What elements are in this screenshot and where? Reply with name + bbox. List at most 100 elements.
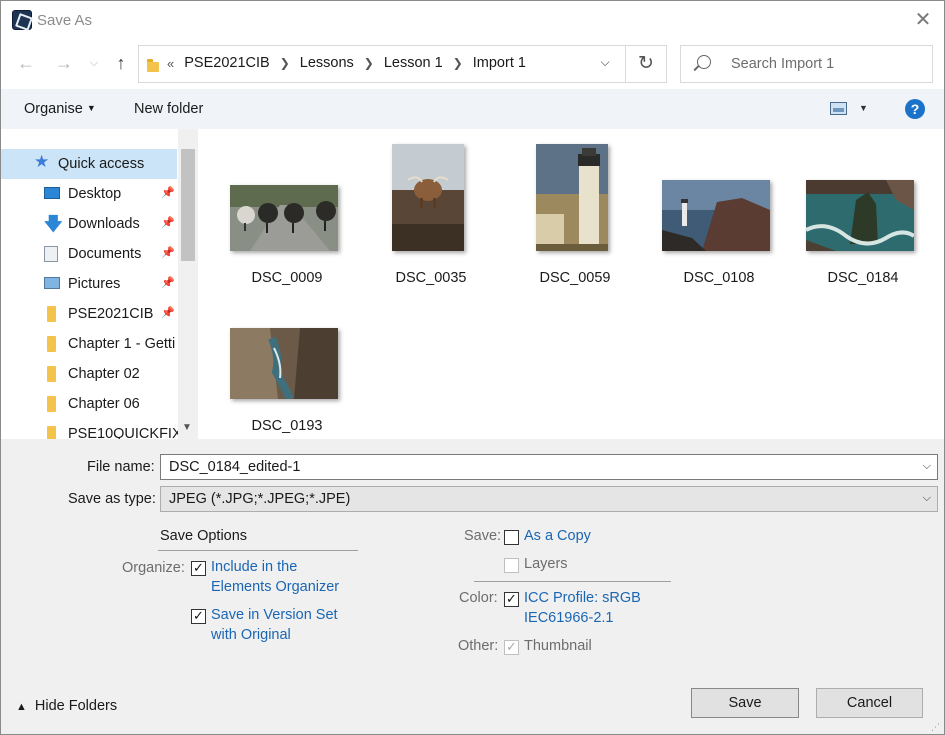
file-item[interactable]: DSC_0059 bbox=[511, 136, 639, 286]
save-as-type-value: JPEG (*.JPG;*.JPEG;*.JPE) bbox=[169, 491, 351, 507]
star-icon: ★ bbox=[34, 152, 50, 171]
sidebar-item-chapter-06[interactable]: Chapter 06 bbox=[1, 389, 177, 419]
chevron-down-icon[interactable]: ⌵ bbox=[596, 55, 614, 70]
organise-menu-button[interactable]: Organise ▼ bbox=[24, 101, 96, 117]
sidebar-item-label: Documents bbox=[68, 246, 142, 262]
file-name: DSC_0035 bbox=[395, 270, 467, 286]
sidebar-item-desktop[interactable]: Desktop 📌 bbox=[1, 179, 177, 209]
hide-folders-button[interactable]: ▲ Hide Folders bbox=[16, 698, 117, 714]
file-item[interactable]: DSC_0009 bbox=[223, 136, 351, 286]
thumbnail-label: Thumbnail bbox=[524, 638, 592, 654]
sidebar-item-label: Desktop bbox=[68, 186, 122, 202]
folder-icon bbox=[147, 59, 159, 72]
chevron-right-icon[interactable]: ❯ bbox=[280, 56, 290, 70]
file-item[interactable]: DSC_0108 bbox=[655, 136, 783, 286]
folder-icon bbox=[47, 306, 56, 322]
section-divider bbox=[474, 581, 671, 582]
breadcrumb-item-pse2021cib[interactable]: PSE2021CIB bbox=[184, 55, 269, 71]
scrollbar-thumb[interactable] bbox=[181, 149, 195, 261]
breadcrumb-item-import-1[interactable]: Import 1 bbox=[473, 55, 526, 71]
color-label: Color: bbox=[459, 590, 498, 606]
save-label: Save: bbox=[464, 528, 502, 544]
file-item[interactable]: DSC_0035 bbox=[367, 136, 495, 286]
file-list: DSC_0009 DSC_0035 DSC_0059 DSC_0108 DSC_… bbox=[198, 129, 944, 439]
file-item[interactable]: DSC_0193 bbox=[223, 284, 351, 434]
file-name-value: DSC_0184_edited-1 bbox=[169, 459, 301, 475]
file-name-label: File name: bbox=[87, 459, 155, 475]
sidebar-item-pse2021cib[interactable]: PSE2021CIB 📌 bbox=[1, 299, 177, 329]
change-view-icon[interactable] bbox=[830, 102, 847, 115]
window-title: Save As bbox=[37, 12, 93, 29]
breadcrumb-item-lessons[interactable]: Lessons bbox=[300, 55, 354, 71]
sidebar-item-label: Quick access bbox=[58, 156, 145, 172]
save-button[interactable]: Save bbox=[691, 688, 799, 718]
photo-thumbnail-gorge bbox=[230, 328, 338, 399]
sidebar-item-chapter-1[interactable]: Chapter 1 - Getti bbox=[1, 329, 177, 359]
file-name: DSC_0184 bbox=[827, 270, 899, 286]
include-organizer-label-line2[interactable]: Elements Organizer bbox=[211, 577, 339, 597]
icc-profile-label-line2[interactable]: IEC61966-2.1 bbox=[524, 608, 613, 628]
pictures-icon bbox=[44, 277, 60, 289]
breadcrumb-overflow[interactable]: « bbox=[167, 56, 174, 71]
address-bar[interactable]: « PSE2021CIB ❯ Lessons ❯ Lesson 1 ❯ Impo… bbox=[138, 45, 626, 83]
as-a-copy-label[interactable]: As a Copy bbox=[524, 526, 591, 546]
photo-thumbnail-cliffs-lighthouse bbox=[662, 180, 770, 251]
sidebar-item-pse10quickfixes[interactable]: PSE10QUICKFIXE bbox=[1, 419, 191, 439]
pin-icon[interactable]: 📌 bbox=[161, 306, 175, 319]
include-organizer-label-line1[interactable]: Include in the bbox=[211, 557, 297, 577]
sidebar-item-pictures[interactable]: Pictures 📌 bbox=[1, 269, 177, 299]
save-as-dialog: Save As ✕ ← → ⌵ ↑ « PSE2021CIB ❯ Lessons… bbox=[0, 0, 945, 735]
forward-arrow-icon[interactable]: → bbox=[52, 51, 76, 75]
chevron-down-icon[interactable]: ⌵ bbox=[923, 492, 931, 505]
pin-icon[interactable]: 📌 bbox=[161, 276, 175, 289]
version-set-checkbox[interactable]: ✓ bbox=[191, 609, 206, 624]
title-bar: Save As ✕ bbox=[1, 1, 944, 39]
save-as-type-select[interactable]: JPEG (*.JPG;*.JPEG;*.JPE) ⌵ bbox=[160, 486, 938, 512]
chevron-right-icon[interactable]: ❯ bbox=[364, 56, 374, 70]
new-folder-button[interactable]: New folder bbox=[134, 101, 203, 117]
app-icon bbox=[12, 10, 32, 30]
sidebar-item-downloads[interactable]: 🡇 Downloads 📌 bbox=[1, 209, 177, 239]
file-name: DSC_0108 bbox=[683, 270, 755, 286]
close-icon[interactable]: ✕ bbox=[911, 9, 935, 31]
sidebar-item-quick-access[interactable]: ★ Quick access bbox=[1, 149, 177, 179]
back-arrow-icon[interactable]: ← bbox=[14, 51, 38, 75]
icc-profile-label-line1[interactable]: ICC Profile: sRGB bbox=[524, 588, 641, 608]
cancel-button[interactable]: Cancel bbox=[816, 688, 923, 718]
layers-checkbox bbox=[504, 558, 519, 573]
pin-icon[interactable]: 📌 bbox=[161, 186, 175, 199]
other-label: Other: bbox=[458, 638, 499, 654]
include-organizer-checkbox[interactable]: ✓ bbox=[191, 561, 206, 576]
photo-thumbnail-sheep bbox=[230, 185, 338, 251]
as-a-copy-checkbox[interactable] bbox=[504, 530, 519, 545]
organise-label: Organise bbox=[24, 101, 83, 117]
scroll-down-icon[interactable]: ▼ bbox=[182, 422, 192, 433]
chevron-down-icon[interactable]: ⌵ bbox=[923, 460, 931, 473]
sidebar-item-documents[interactable]: Documents 📌 bbox=[1, 239, 177, 269]
refresh-icon[interactable]: ↻ bbox=[625, 45, 667, 83]
version-set-label-line2[interactable]: with Original bbox=[211, 625, 291, 645]
downloads-icon: 🡇 bbox=[44, 214, 63, 234]
recent-locations-chevron-icon[interactable]: ⌵ bbox=[87, 51, 101, 75]
sidebar-item-chapter-02[interactable]: Chapter 02 bbox=[1, 359, 177, 389]
sidebar-scrollbar[interactable]: ▼ bbox=[178, 129, 198, 439]
pin-icon[interactable]: 📌 bbox=[161, 216, 175, 229]
resize-grip-icon[interactable]: ⋰ bbox=[931, 722, 940, 733]
layers-label: Layers bbox=[524, 556, 568, 572]
file-name-input[interactable]: DSC_0184_edited-1 ⌵ bbox=[160, 454, 938, 480]
search-input[interactable]: Search Import 1 bbox=[680, 45, 933, 83]
version-set-label-line1[interactable]: Save in Version Set bbox=[211, 605, 338, 625]
breadcrumb-item-lesson-1[interactable]: Lesson 1 bbox=[384, 55, 443, 71]
save-panel: File name: DSC_0184_edited-1 ⌵ Save as t… bbox=[1, 439, 944, 734]
icc-profile-checkbox[interactable]: ✓ bbox=[504, 592, 519, 607]
navigation-bar: ← → ⌵ ↑ « PSE2021CIB ❯ Lessons ❯ Lesson … bbox=[1, 39, 944, 89]
help-icon[interactable]: ? bbox=[905, 99, 925, 119]
chevron-right-icon[interactable]: ❯ bbox=[453, 56, 463, 70]
file-name: DSC_0059 bbox=[539, 270, 611, 286]
sidebar-item-label: Chapter 06 bbox=[68, 396, 140, 412]
desktop-icon bbox=[44, 187, 60, 199]
caret-down-icon[interactable]: ▼ bbox=[859, 103, 868, 113]
up-arrow-icon[interactable]: ↑ bbox=[109, 51, 133, 75]
file-item[interactable]: DSC_0184 bbox=[799, 136, 927, 286]
pin-icon[interactable]: 📌 bbox=[161, 246, 175, 259]
